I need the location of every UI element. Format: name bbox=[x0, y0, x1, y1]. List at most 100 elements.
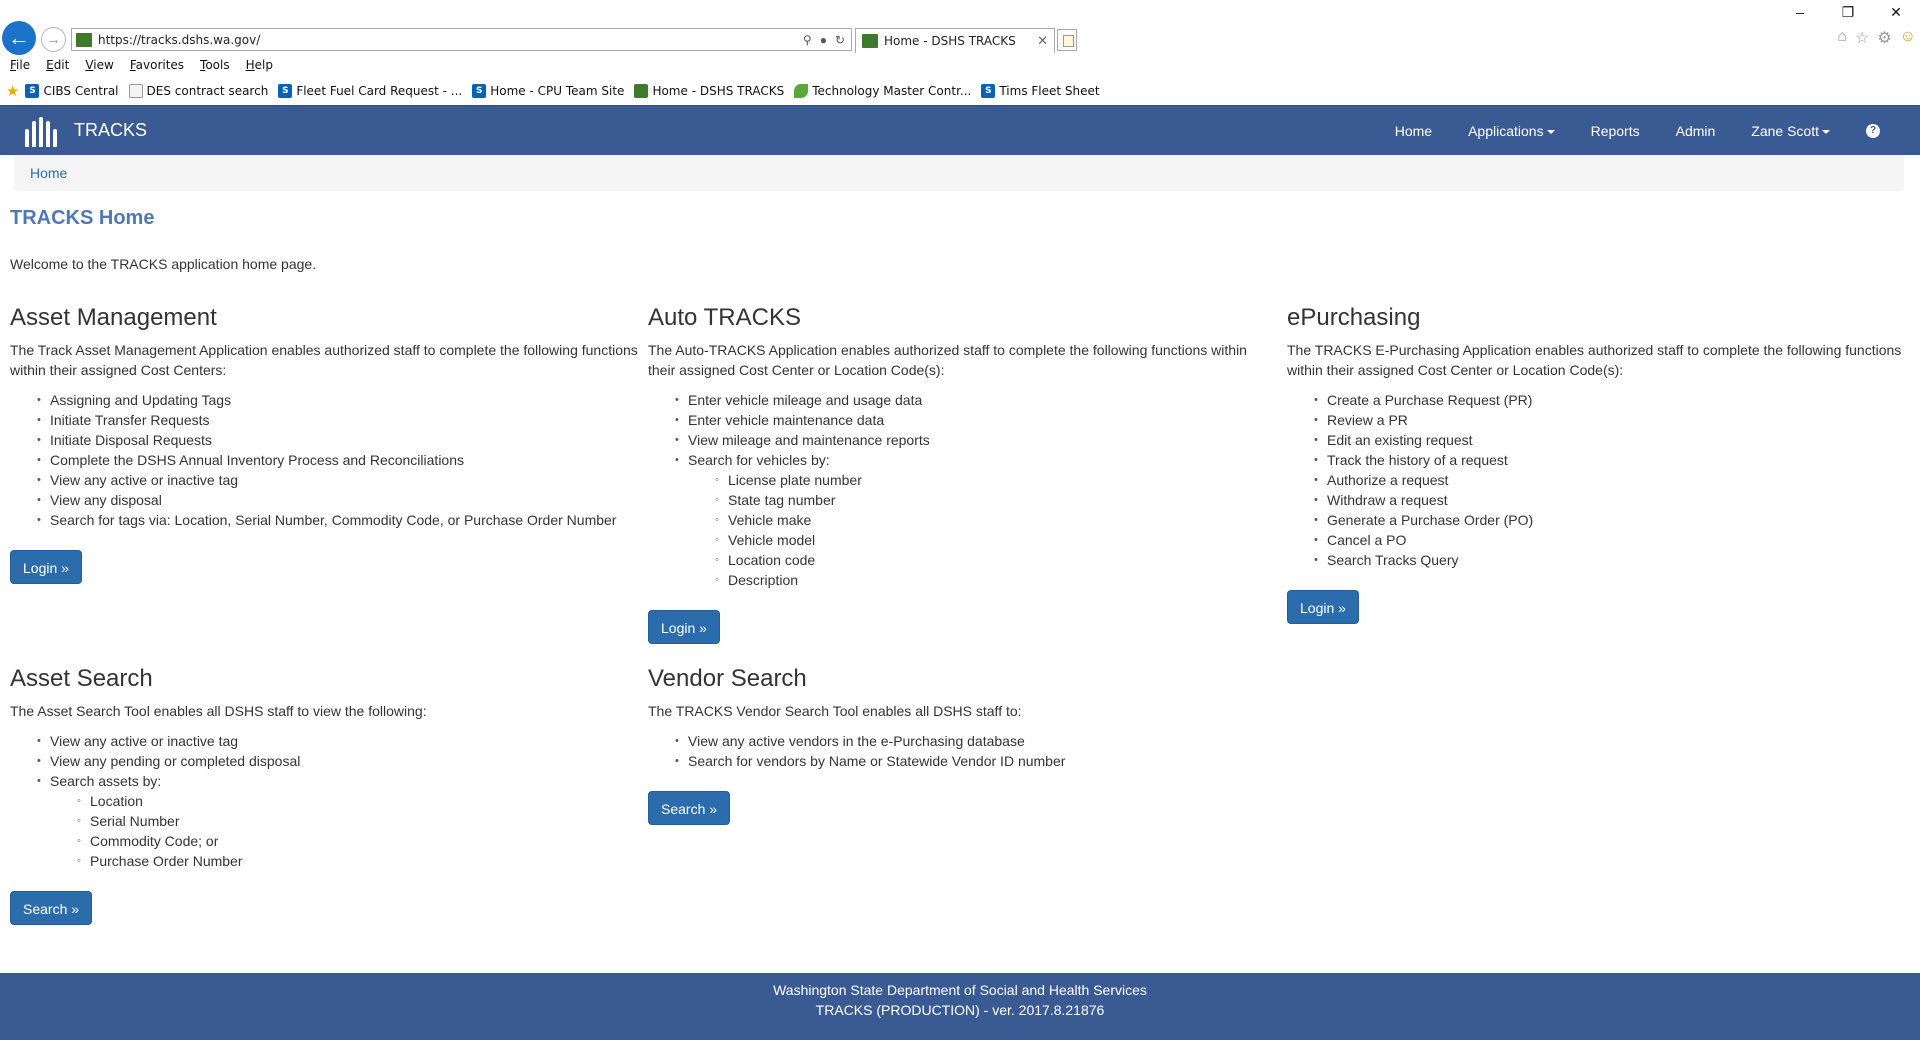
sub-list: License plate number State tag number Ve… bbox=[715, 470, 1268, 590]
list-item: View any pending or completed disposal bbox=[37, 751, 640, 771]
restore-icon[interactable]: ❐ bbox=[1824, 4, 1872, 21]
home-icon[interactable]: ⌂ bbox=[1837, 28, 1847, 48]
menu-favorites[interactable]: Favorites bbox=[130, 58, 184, 72]
asset-management-section: Asset Management The Track Asset Managem… bbox=[10, 306, 640, 584]
nav-home[interactable]: Home bbox=[1395, 123, 1432, 139]
list-item: View any active vendors in the e-Purchas… bbox=[675, 731, 1268, 751]
list-item: Search assets by: Location Serial Number… bbox=[37, 771, 640, 871]
new-tab-button[interactable] bbox=[1057, 29, 1077, 51]
tab-favicon-icon bbox=[862, 34, 878, 48]
close-window-icon[interactable]: ✕ bbox=[1872, 4, 1920, 21]
brand[interactable]: TRACKS bbox=[24, 115, 147, 147]
browser-tools: ⌂ ☆ ⚙ ☺ bbox=[1837, 28, 1916, 48]
function-list: View any active vendors in the e-Purchas… bbox=[675, 731, 1268, 771]
section-description: The Asset Search Tool enables all DSHS s… bbox=[10, 703, 427, 719]
app-navbar: TRACKS Home Applications Reports Admin Z… bbox=[0, 105, 1920, 155]
favorite-link[interactable]: S Tims Fleet Sheet bbox=[981, 84, 1100, 98]
refresh-icon[interactable]: ↻ bbox=[835, 33, 845, 47]
close-tab-icon[interactable]: ✕ bbox=[1037, 33, 1048, 49]
nav-admin[interactable]: Admin bbox=[1676, 123, 1716, 139]
section-description: The TRACKS Vendor Search Tool enables al… bbox=[648, 703, 1022, 719]
menu-file[interactable]: File bbox=[10, 58, 30, 72]
favorite-link[interactable]: S Fleet Fuel Card Request - ... bbox=[278, 84, 462, 98]
window-controls: – ❐ ✕ bbox=[1776, 4, 1920, 21]
sub-list-item: Description bbox=[715, 570, 1268, 590]
list-item: View any active or inactive tag bbox=[37, 470, 640, 490]
list-item: Initiate Transfer Requests bbox=[37, 410, 640, 430]
sub-list-item: Vehicle make bbox=[715, 510, 1268, 530]
search-icon[interactable]: ⚲ bbox=[803, 33, 812, 47]
list-item: Track the history of a request bbox=[1314, 450, 1907, 470]
favorite-link[interactable]: DES contract search bbox=[128, 84, 268, 98]
section-title: Asset Management bbox=[10, 304, 217, 331]
menu-tools[interactable]: Tools bbox=[200, 58, 230, 72]
list-item: Complete the DSHS Annual Inventory Proce… bbox=[37, 450, 640, 470]
sub-list-item: License plate number bbox=[715, 470, 1268, 490]
list-item: Generate a Purchase Order (PO) bbox=[1314, 510, 1907, 530]
site-favicon-icon bbox=[76, 32, 92, 47]
brand-title[interactable]: TRACKS bbox=[74, 120, 147, 141]
caret-down-icon bbox=[1822, 130, 1830, 135]
list-item: Authorize a request bbox=[1314, 470, 1907, 490]
auto-tracks-login-button[interactable]: Login » bbox=[648, 610, 720, 644]
auto-tracks-section: Auto TRACKS The Auto-TRACKS Application … bbox=[648, 306, 1268, 644]
footer: Washington State Department of Social an… bbox=[0, 973, 1920, 1040]
breadcrumb-home[interactable]: Home bbox=[30, 165, 67, 181]
favorites-star-icon[interactable]: ☆ bbox=[1855, 28, 1869, 48]
list-item: Assigning and Updating Tags bbox=[37, 390, 640, 410]
page-title: TRACKS Home bbox=[10, 207, 155, 229]
list-item: View any disposal bbox=[37, 490, 640, 510]
back-arrow-icon[interactable]: ← bbox=[2, 21, 36, 55]
list-item: Review a PR bbox=[1314, 410, 1907, 430]
menu-bar: File Edit View Favorites Tools Help bbox=[10, 58, 273, 72]
favorite-link[interactable]: Home - DSHS TRACKS bbox=[634, 84, 784, 98]
nav-applications-dropdown[interactable]: Applications bbox=[1468, 123, 1555, 139]
favorite-link[interactable]: S Home - CPU Team Site bbox=[472, 84, 624, 98]
list-item: Initiate Disposal Requests bbox=[37, 430, 640, 450]
caret-down-icon bbox=[1546, 130, 1555, 135]
nav-links: Home Applications Reports Admin Zane Sco… bbox=[1395, 106, 1880, 156]
list-item: Search Tracks Query bbox=[1314, 550, 1907, 570]
browser-chrome: ← → https://tracks.dshs.wa.gov/ ⚲ ● ↻ Ho… bbox=[0, 0, 1920, 105]
asset-management-login-button[interactable]: Login » bbox=[10, 550, 82, 584]
menu-view[interactable]: View bbox=[85, 58, 113, 72]
site-icon bbox=[634, 84, 649, 98]
epurchasing-login-button[interactable]: Login » bbox=[1287, 590, 1359, 624]
favorite-link[interactable]: Technology Master Contr... bbox=[794, 84, 971, 98]
minimize-icon[interactable]: – bbox=[1776, 4, 1824, 21]
gear-icon[interactable]: ⚙ bbox=[1877, 28, 1891, 48]
nav-reports[interactable]: Reports bbox=[1591, 123, 1640, 139]
lock-icon[interactable]: ● bbox=[820, 33, 827, 47]
menu-help[interactable]: Help bbox=[246, 58, 273, 72]
epurchasing-section: ePurchasing The TRACKS E-Purchasing Appl… bbox=[1287, 306, 1907, 624]
list-item: Enter vehicle mileage and usage data bbox=[675, 390, 1268, 410]
sharepoint-icon: S bbox=[25, 84, 40, 98]
help-icon[interactable]: ? bbox=[1866, 124, 1880, 138]
menu-edit[interactable]: Edit bbox=[46, 58, 69, 72]
function-list: View any active or inactive tag View any… bbox=[37, 731, 640, 871]
footer-org-name: Washington State Department of Social an… bbox=[773, 982, 1147, 998]
forward-arrow-icon[interactable]: → bbox=[41, 27, 66, 52]
list-item: Search for vehicles by: License plate nu… bbox=[675, 450, 1268, 590]
add-favorite-star-icon[interactable]: ★ bbox=[6, 82, 19, 100]
asset-search-button[interactable]: Search » bbox=[10, 891, 93, 925]
section-title: ePurchasing bbox=[1287, 304, 1421, 331]
nav-user-dropdown[interactable]: Zane Scott bbox=[1751, 123, 1830, 139]
favorite-link[interactable]: S CIBS Central bbox=[25, 84, 119, 98]
list-item: Search for tags via: Location, Serial Nu… bbox=[37, 510, 640, 530]
section-title: Asset Search bbox=[10, 665, 153, 692]
leaf-icon bbox=[794, 84, 809, 98]
sharepoint-icon: S bbox=[278, 84, 293, 98]
address-bar[interactable]: https://tracks.dshs.wa.gov/ ⚲ ● ↻ bbox=[71, 28, 852, 51]
browser-tab[interactable]: Home - DSHS TRACKS ✕ bbox=[855, 28, 1055, 53]
list-item: Create a Purchase Request (PR) bbox=[1314, 390, 1907, 410]
smiley-icon[interactable]: ☺ bbox=[1900, 28, 1916, 48]
sub-list-item: Commodity Code; or bbox=[77, 831, 640, 851]
asset-search-section: Asset Search The Asset Search Tool enabl… bbox=[10, 667, 640, 925]
url-text[interactable]: https://tracks.dshs.wa.gov/ bbox=[98, 33, 803, 47]
vendor-search-button[interactable]: Search » bbox=[648, 791, 731, 825]
sub-list-item: Location code bbox=[715, 550, 1268, 570]
function-list: Assigning and Updating Tags Initiate Tra… bbox=[37, 390, 640, 530]
tab-title: Home - DSHS TRACKS bbox=[884, 34, 1016, 48]
favorites-bar: ★ S CIBS Central DES contract search S F… bbox=[6, 82, 1110, 100]
